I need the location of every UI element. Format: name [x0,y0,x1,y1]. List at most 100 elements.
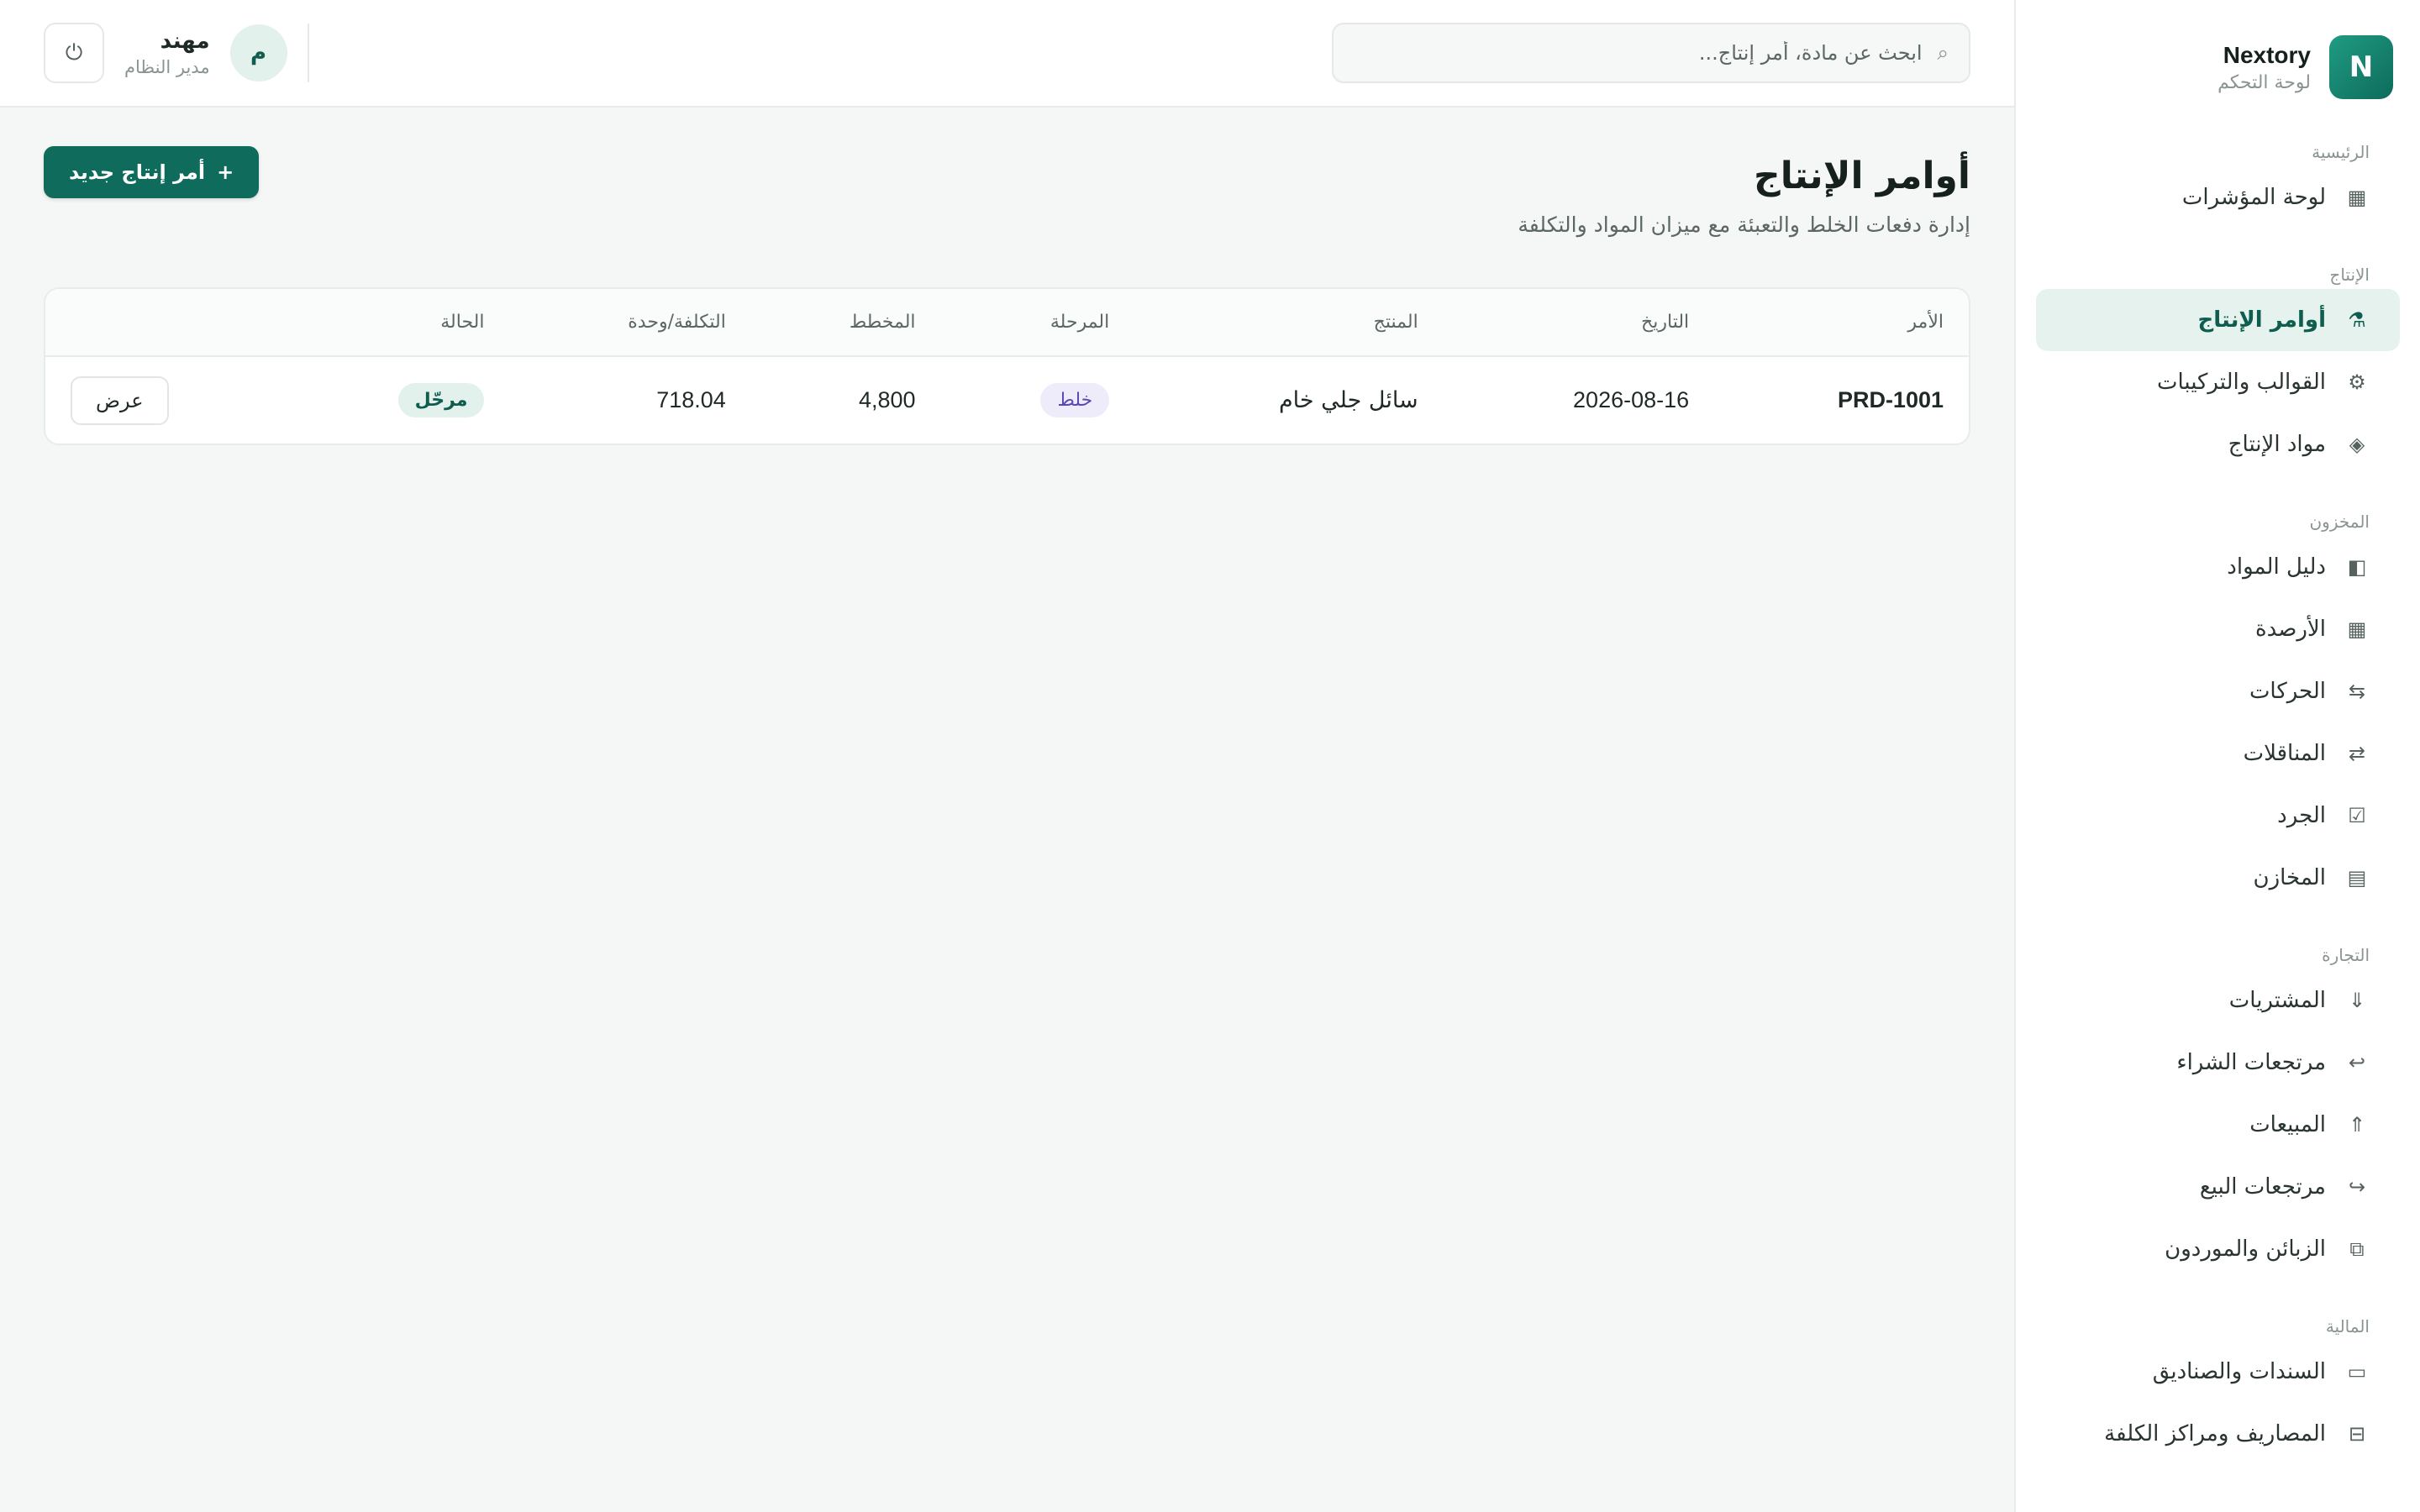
avatar[interactable]: م [229,24,287,81]
brand-name: Nextory [2223,41,2311,68]
plus-icon: + [217,160,234,184]
warehouse-icon: ▤ [2347,866,2367,890]
main-area: ⌕ م مهند مدير النظام ⏻ أوامر الإنتاج إدا [0,0,2014,1512]
nav-section: الإنتاج ⚗ أوامر الإنتاج ⚙ القوالب والتركيبات… [2036,260,2400,475]
topbar: ⌕ م مهند مدير النظام ⏻ [0,0,2014,108]
brand: N Nextory لوحة التحكم [2036,34,2400,101]
dashboard-grid-icon: ▦ [2347,186,2367,209]
stage-cell: خلط [941,356,1135,444]
sidebar-item-label: الحركات [2249,679,2326,704]
sidebar-item[interactable]: ☑ الجرد [2036,785,2400,847]
sidebar-item-label: المخازن [2253,865,2326,890]
production-icon: ⚗ [2348,308,2366,332]
sidebar-item-label: المبيعات [2249,1112,2326,1137]
sidebar-item-label: مرتجعات البيع [2199,1174,2326,1200]
view-button[interactable]: عرض [71,375,169,425]
sidebar-item[interactable]: ⧉ الزبائن والموردون [2036,1218,2400,1280]
nav-section: الرئيسية ▦ لوحة المؤشرات [2036,138,2400,228]
arrow-down-icon: ⇓ [2348,989,2366,1012]
column-header: المرحلة [1050,312,1110,333]
catalog-icon: ◧ [2347,555,2367,579]
gear-icon: ⚙ [2348,370,2366,394]
sidebar-item[interactable]: ▤ المخازن [2036,847,2400,909]
page-title: أوامر الإنتاج [1753,155,1970,197]
product-cell: سائل جلي خام [1278,387,1418,413]
expenses-icon: ⊟ [2348,1422,2366,1446]
new-production-order-label: أمر إنتاج جديد [69,160,206,184]
sidebar-item[interactable]: ⚙ القوالب والتركيبات [2036,351,2400,413]
sidebar-item[interactable]: ⇄ المناقلات [2036,722,2400,785]
table-header-row: الأمر التاريخ المنتج المرحلة المخطط التكلفة/و… [45,289,1969,356]
status-cell: مرحّل [287,356,509,444]
sidebar-item-label: المناقلات [2243,741,2326,766]
sidebar-item[interactable]: ▦ لوحة المؤشرات [2036,166,2400,228]
sidebar-item[interactable]: ▭ السندات والصناديق [2036,1341,2400,1403]
nav-section-heading: الرئيسية [2312,142,2370,162]
sidebar-item[interactable]: ⊟ المصاريف ومراكز الكلفة [2036,1403,2400,1465]
page-header: أوامر الإنتاج إدارة دفعات الخلط والتعبئة… [44,146,1970,237]
return-left-icon: ↩ [2348,1051,2366,1074]
sidebar-item-label: دليل المواد [2227,554,2326,580]
checkbox-icon: ☑ [2348,804,2366,827]
status-badge: مرحّل [397,383,485,417]
order-id-cell: PRD-1001 [1837,387,1944,412]
column-header: التاريخ [1641,312,1690,333]
brand-text: Nextory لوحة التحكم [2217,42,2311,93]
sidebar-item-label: الأرصدة [2255,617,2326,642]
user-role: مدير النظام [124,57,210,77]
sidebar-item[interactable]: ⇑ المبيعات [2036,1094,2400,1156]
date-cell: 2026-08-16 [1573,387,1690,412]
nav-section-heading: التجارة [2322,945,2370,965]
divider [307,24,309,82]
nav-section: المالية ▭ السندات والصناديق ⊟ المصاريف ومراك… [2036,1312,2400,1465]
column-header: المنتج [1373,312,1418,333]
cash-icon: ▭ [2347,1360,2367,1383]
sidebar-item-label: المشتريات [2228,988,2326,1013]
nav-section: المخزون ◧ دليل المواد ▦ الأرصدة ⇆ الحركات ⇄ المن… [2036,507,2400,909]
orders-table: الأمر التاريخ المنتج المرحلة المخطط التكلفة/و… [45,289,1969,444]
sidebar-item[interactable]: ↩ مرتجعات الشراء [2036,1032,2400,1094]
sidebar-item[interactable]: ◈ مواد الإنتاج [2036,413,2400,475]
page-subtitle: إدارة دفعات الخلط والتعبئة مع ميزان المو… [1518,213,1970,237]
sidebar-item[interactable]: ⇆ الحركات [2036,660,2400,722]
user-area: م مهند مدير النظام ⏻ [44,23,309,83]
user-info: مهند مدير النظام [124,29,210,77]
sidebar-item[interactable]: ◧ دليل المواد [2036,536,2400,598]
page-heading-group: أوامر الإنتاج إدارة دفعات الخلط والتعبئة… [1518,146,1970,237]
search-box[interactable]: ⌕ [1332,23,1970,83]
sidebar-item[interactable]: ⚗ أوامر الإنتاج [2036,289,2400,351]
sidebar-item-label: الجرد [2277,803,2326,828]
nav-section-heading: الإنتاج [2329,265,2370,285]
column-header: الأمر [1907,312,1944,333]
sidebar-item-label: الزبائن والموردون [2165,1236,2326,1262]
sidebar-item[interactable]: ▦ الأرصدة [2036,598,2400,660]
brand-logo: N [2329,35,2393,99]
orders-table-card: الأمر التاريخ المنتج المرحلة المخطط التكلفة/و… [44,287,1970,445]
app-root: N Nextory لوحة التحكم الرئيسية ▦ لوحة المؤ… [0,0,2420,1512]
sidebar-item-label: القوالب والتركيبات [2156,370,2326,395]
diamond-icon: ◈ [2349,433,2365,456]
search-input[interactable] [1354,41,1923,65]
new-production-order-button[interactable]: + أمر إنتاج جديد [44,146,260,198]
content: أوامر الإنتاج إدارة دفعات الخلط والتعبئة… [0,108,2014,445]
column-header: التكلفة/وحدة [628,312,726,333]
sidebar-item[interactable]: ↪ مرتجعات البيع [2036,1156,2400,1218]
unit-cost-cell: 718.04 [656,387,726,412]
sidebar-nav: الرئيسية ▦ لوحة المؤشرات الإنتاج ⚗ أوامر الإن… [2036,138,2400,1465]
sidebar-item[interactable]: ⇓ المشتريات [2036,969,2400,1032]
arrow-up-icon: ⇑ [2348,1113,2366,1137]
nav-section: التجارة ⇓ المشتريات ↩ مرتجعات الشراء ⇑ المبيعا… [2036,941,2400,1280]
stage-badge: خلط [1040,383,1110,417]
power-icon: ⏻ [65,39,83,65]
brand-subtitle: لوحة التحكم [2217,71,2311,93]
table-body: PRD-1001 2026-08-16 سائل جلي خام خلط 4,800 71… [45,356,1969,444]
contacts-icon: ⧉ [2349,1237,2365,1261]
logout-button[interactable]: ⏻ [44,23,104,83]
movements-icon: ⇆ [2348,680,2366,703]
table-row[interactable]: PRD-1001 2026-08-16 سائل جلي خام خلط 4,800 71… [45,356,1969,444]
transfer-icon: ⇄ [2348,742,2366,765]
sidebar-item-label: مرتجعات الشراء [2176,1050,2326,1075]
return-right-icon: ↪ [2348,1175,2366,1199]
user-name: مهند [160,29,210,54]
table-header: الأمر التاريخ المنتج المرحلة المخطط التكلفة/و… [45,289,1969,356]
